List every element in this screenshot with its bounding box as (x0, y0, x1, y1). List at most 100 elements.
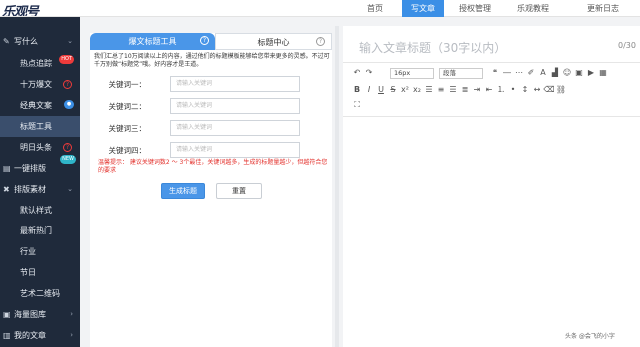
list-ol-icon[interactable]: ⒈ (495, 84, 507, 95)
video-icon[interactable]: ▶ (585, 68, 597, 77)
sidebar-section-gallery[interactable]: ▣ 海量图库 › (0, 304, 80, 325)
sidebar-item-art-qrcode[interactable]: 艺术二维码 (0, 283, 80, 304)
image-icon[interactable]: ▣ (573, 68, 585, 77)
paragraph-select[interactable]: 段落 (439, 68, 483, 79)
chevron-right-icon: › (70, 331, 73, 339)
app-logo[interactable]: 乐观号 (2, 1, 78, 16)
help-icon[interactable]: ? (200, 36, 209, 45)
sidebar-item-industry[interactable]: 行业 (0, 241, 80, 262)
editor-toolbar-row-2: B I U Sx² x₂ ☰ ≡ ☰ ≣ ⇥ ⇤ ⒈ • ↕ ↔ ⌫⛓ (351, 84, 567, 96)
sidebar-section-label: 我的文章 (14, 331, 46, 340)
sidebar-item-hot[interactable]: 热点追踪 HOT (0, 53, 80, 74)
redo-icon[interactable]: ↷ (363, 68, 375, 77)
bold-icon[interactable]: B (351, 85, 363, 94)
sidebar-item-label: 热点追踪 (20, 59, 52, 68)
emoji-icon[interactable]: ☺ (561, 68, 573, 77)
letter-space-icon[interactable]: ↔ (531, 85, 543, 94)
superscript-icon[interactable]: x² (399, 85, 411, 94)
align-right-icon[interactable]: ☰ (447, 85, 459, 94)
sidebar-section-my-articles[interactable]: ▥ 我的文章 › (0, 325, 80, 346)
clear-format-icon[interactable]: ⌫ (543, 85, 555, 94)
color-icon[interactable]: A (537, 68, 549, 77)
fullscreen-icon[interactable]: ⛶ (351, 100, 363, 110)
tab-viral-title-tool[interactable]: 爆文标题工具 ? (90, 33, 215, 50)
watermark-brand: 头条号 (540, 320, 570, 331)
keyword-label: 关键词二： (108, 102, 147, 111)
strike-icon[interactable]: S (387, 85, 399, 94)
sidebar-section-typeset[interactable]: ✖ 排版素材 ⌄ (0, 179, 80, 200)
sidebar-item-label: 经典文案 (20, 101, 52, 110)
sidebar-section-label: 海量图库 (14, 310, 46, 319)
tools-icon: ✖ (3, 185, 10, 194)
justify-icon[interactable]: ≣ (459, 85, 471, 94)
chevron-down-icon: ⌄ (67, 37, 73, 45)
nav-home[interactable]: 首页 (356, 0, 394, 17)
sidebar-section-label: 排版素材 (14, 185, 46, 194)
nav-changelog[interactable]: 更新日志 (580, 0, 626, 17)
nav-write-article[interactable]: 写文章 (402, 0, 444, 17)
outdent-icon[interactable]: ⇤ (483, 85, 495, 94)
sidebar-item-label: 行业 (20, 247, 36, 256)
divider (343, 116, 640, 117)
intro-text: 我们汇总了10万阅读以上的内容，通过他们的标题模板能够给您带来更多的灵感。不过可… (94, 53, 330, 68)
keyword-input-4[interactable]: 请输入关键词 (170, 142, 300, 158)
underline-icon[interactable]: U (375, 85, 387, 94)
indent-icon[interactable]: ⇥ (471, 85, 483, 94)
italic-icon[interactable]: I (363, 85, 375, 94)
hr-icon[interactable]: ― (501, 68, 513, 77)
nav-tutorial[interactable]: 乐观教程 (510, 0, 556, 17)
nav-auth-management[interactable]: 授权管理 (452, 0, 498, 17)
generate-title-button[interactable]: 生成标题 (161, 183, 205, 199)
subscript-icon[interactable]: x₂ (411, 85, 423, 94)
chevron-right-icon: › (70, 310, 73, 318)
keyword-input-3[interactable]: 请输入关键词 (170, 120, 300, 136)
sidebar-item-label: 默认样式 (20, 206, 52, 215)
undo-icon[interactable]: ↶ (351, 68, 363, 77)
watermark-text: 头条 @会飞的小字 (565, 333, 615, 340)
bg-color-icon[interactable]: ▟ (549, 68, 561, 77)
scrollbar[interactable] (335, 26, 339, 347)
help-icon[interactable]: ? (316, 37, 325, 46)
list-ul-icon[interactable]: • (507, 85, 519, 94)
sidebar-item-label: 明日头条 (20, 143, 52, 152)
sidebar-section-write[interactable]: ✎ 写什么 ⌄ (0, 31, 80, 52)
sidebar-item-festival[interactable]: 节日 (0, 262, 80, 283)
keyword-input-1[interactable]: 请输入关键词 (170, 76, 300, 92)
keyword-label: 关键词一： (108, 80, 147, 89)
align-left-icon[interactable]: ☰ (423, 85, 435, 94)
keyword-label: 关键词四： (108, 146, 147, 155)
editor-toolbar-row-1b: ❝ ― ⋯ ✐ A ▟ ☺ ▣ ▶ ▦ (489, 68, 609, 80)
image-icon: ▣ (3, 310, 11, 319)
link-icon[interactable]: ⛓ (555, 85, 567, 94)
sidebar-item-one-click[interactable]: ▤ 一键排版 NEW (0, 155, 80, 179)
table-icon[interactable]: ▦ (597, 68, 609, 77)
sidebar-item-label: 艺术二维码 (20, 289, 60, 298)
sidebar-item-viral[interactable]: 十万爆文 ? (0, 74, 80, 95)
reset-button[interactable]: 重置 (216, 183, 262, 199)
sidebar-item-title-tool[interactable]: 标题工具 (0, 116, 80, 137)
bullet-icon[interactable]: ⋯ (513, 68, 525, 77)
article-title-input[interactable]: 输入文章标题（30字以内） (359, 39, 506, 56)
top-bar: 乐观号 首页 写文章 授权管理 乐观教程 更新日志 (0, 0, 640, 17)
line-height-icon[interactable]: ↕ (519, 85, 531, 94)
font-size-select[interactable]: 16px (390, 68, 434, 79)
sidebar-item-label: 十万爆文 (20, 80, 52, 89)
quote-icon[interactable]: ❝ (489, 68, 501, 77)
sidebar-item-latest-hot[interactable]: 最新热门 (0, 220, 80, 241)
sidebar-item-label: 标题工具 (20, 122, 52, 131)
keyword-input-2[interactable]: 请输入关键词 (170, 98, 300, 114)
sidebar-item-default-style[interactable]: 默认样式 (0, 200, 80, 221)
article-editor: 输入文章标题（30字以内） 0/30 ↶ ↷ 16px 段落 ❝ ― ⋯ ✐ A ▟ ☺ ▣ ▶ ▦… (343, 26, 640, 347)
hot-badge: HOT (59, 55, 74, 64)
paint-icon[interactable]: ✐ (525, 68, 537, 77)
sidebar-item-classic[interactable]: 经典文案 ● (0, 95, 80, 116)
help-icon: ? (63, 80, 72, 89)
tab-title-center[interactable]: 标题中心 ? (215, 33, 332, 50)
info-badge: ● (64, 100, 74, 109)
sidebar-section-label: 写什么 (14, 37, 38, 46)
tab-label: 爆文标题工具 (128, 37, 177, 46)
align-center-icon[interactable]: ≡ (435, 85, 447, 94)
editor-toolbar-row-1: ↶ ↷ (351, 68, 375, 80)
layout-icon: ▤ (3, 164, 11, 173)
document-icon: ▥ (3, 331, 11, 340)
